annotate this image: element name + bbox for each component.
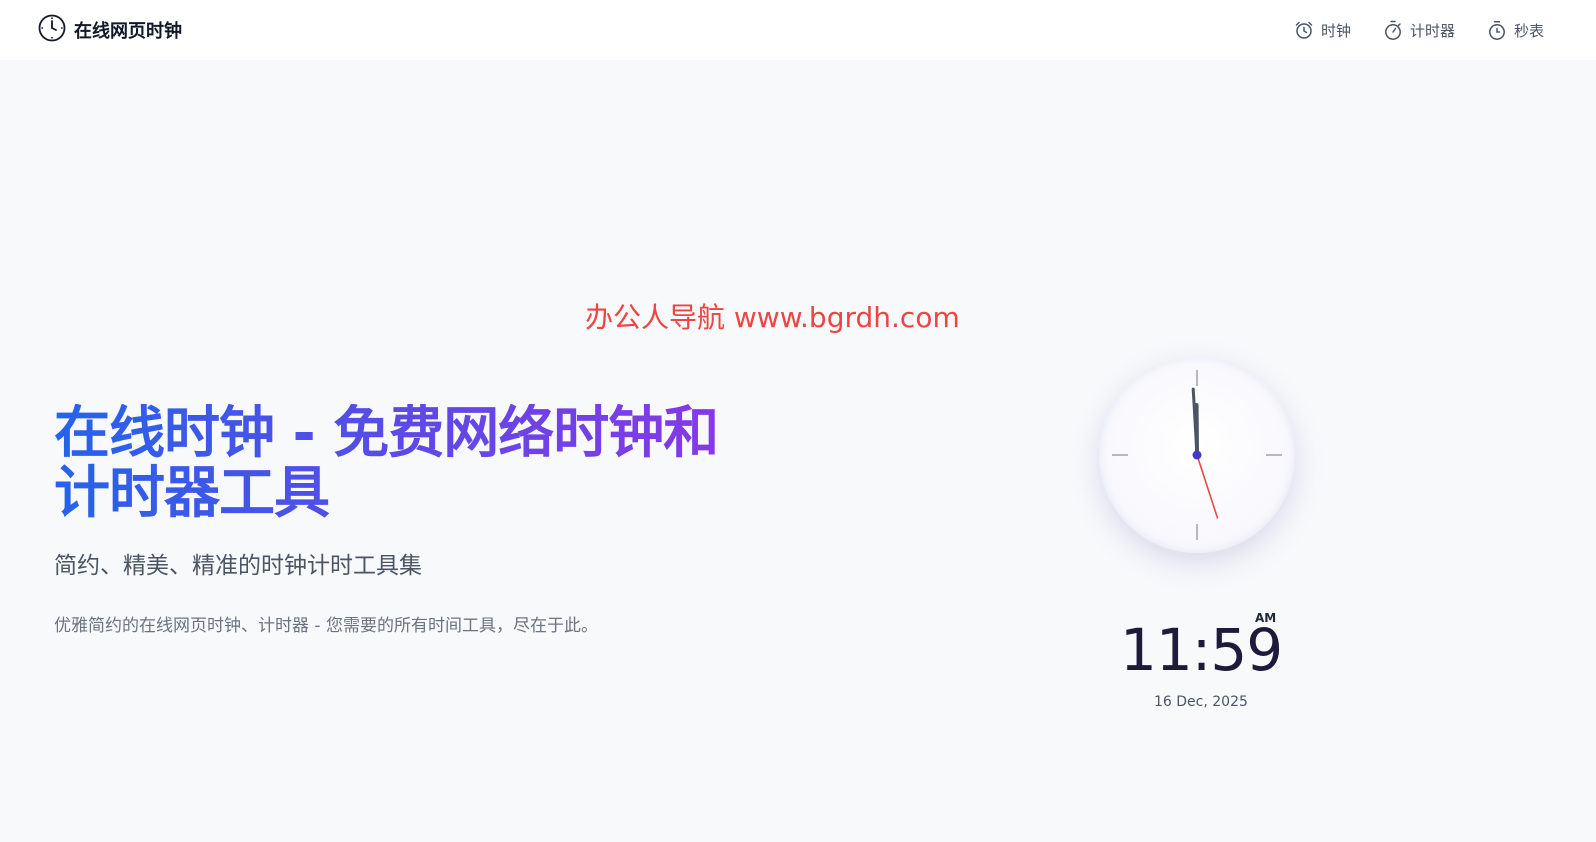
digital-date: 16 Dec, 2025 xyxy=(1154,694,1248,710)
digital-time: 11:59 xyxy=(1120,616,1283,684)
clock-icon xyxy=(38,14,66,46)
stopwatch-icon xyxy=(1383,19,1403,41)
hero-title-line1: 在线时钟 - 免费网络时钟和 xyxy=(54,401,719,466)
top-navbar: 在线网页时钟 时钟 计时器 秒表 xyxy=(0,0,1596,60)
nav-item-stopwatch-label: 秒表 xyxy=(1513,21,1544,40)
watermark-text: 办公人导航 www.bgrdh.com xyxy=(585,301,960,334)
brand-logo-link[interactable]: 在线网页时钟 xyxy=(38,14,182,46)
alarm-clock-icon xyxy=(1294,20,1314,40)
timer-icon xyxy=(1487,19,1507,41)
clock-second-hand xyxy=(1196,454,1219,519)
hero-title: 在线时钟 - 免费网络时钟和 计时器工具 xyxy=(54,404,814,524)
clock-center-dot xyxy=(1192,450,1202,460)
main-nav: 时钟 计时器 秒表 xyxy=(1294,19,1544,41)
brand-title: 在线网页时钟 xyxy=(74,21,182,42)
clock-minute-hand xyxy=(1191,387,1199,457)
am-pm-indicator: AM xyxy=(1255,611,1277,625)
nav-item-clock[interactable]: 时钟 xyxy=(1294,20,1351,41)
hero-title-line2: 计时器工具 xyxy=(54,461,329,526)
hero-description: 优雅简约的在线网页时钟、计时器 - 您需要的所有时间工具，尽在于此。 xyxy=(54,616,598,636)
hero-subtitle: 简约、精美、精准的时钟计时工具集 xyxy=(54,553,422,579)
nav-item-timer[interactable]: 计时器 xyxy=(1383,19,1455,41)
analog-clock xyxy=(1099,357,1295,553)
nav-item-clock-label: 时钟 xyxy=(1320,21,1351,40)
nav-item-timer-label: 计时器 xyxy=(1409,21,1455,40)
analog-clock-svg xyxy=(1112,370,1282,540)
nav-item-stopwatch[interactable]: 秒表 xyxy=(1487,19,1544,41)
